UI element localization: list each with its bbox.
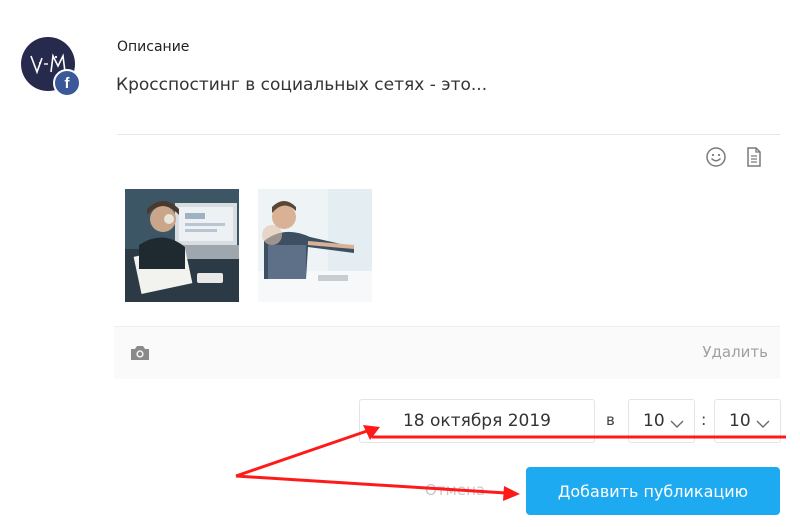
hour-value: 10 [643, 411, 665, 431]
at-label: в [606, 411, 615, 429]
description-label: Описание [117, 39, 190, 55]
description-text[interactable]: Кросспостинг в социальных сетях - это... [116, 75, 487, 95]
add-publication-button[interactable]: Добавить публикацию [526, 467, 780, 515]
media-bar: Удалить [114, 326, 780, 379]
smile-icon[interactable] [705, 146, 727, 172]
annotation-arrow-to-date [235, 429, 368, 478]
chevron-down-icon [756, 414, 770, 434]
time-separator: : [701, 410, 707, 429]
man-pointing-screen-thumbnail[interactable] [258, 189, 372, 302]
woman-working-laptop-thumbnail[interactable] [125, 189, 239, 302]
camera-icon[interactable] [130, 345, 150, 365]
hour-select[interactable]: 10 [628, 399, 695, 443]
minute-value: 10 [729, 411, 751, 431]
facebook-icon: f [53, 69, 81, 97]
cancel-button[interactable]: Отмена [425, 481, 485, 499]
publication-editor: f Описание Кросспостинг в социальных сет… [0, 0, 800, 527]
annotation-arrowhead [503, 486, 520, 501]
date-value: 18 октября 2019 [402, 411, 551, 431]
chevron-down-icon [670, 414, 684, 434]
document-icon[interactable] [745, 146, 763, 172]
date-input[interactable]: 18 октября 2019 [359, 399, 595, 443]
delete-link[interactable]: Удалить [702, 343, 768, 361]
minute-select[interactable]: 10 [714, 399, 781, 443]
divider [117, 134, 780, 135]
